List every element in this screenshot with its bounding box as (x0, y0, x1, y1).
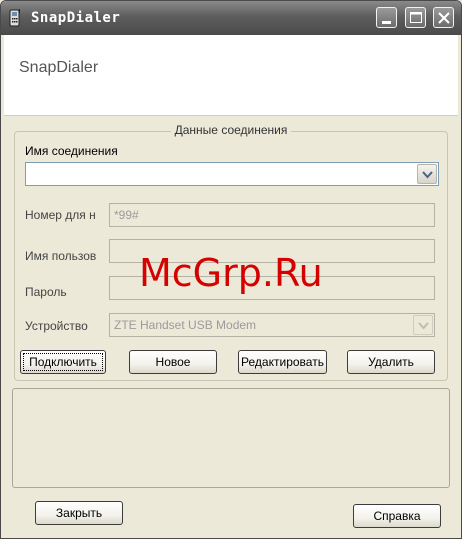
maximize-button[interactable] (405, 7, 426, 28)
device-combobox[interactable]: ZTE Handset USB Modem (109, 313, 435, 337)
window-title: SnapDialer (31, 10, 121, 26)
connection-name-dropdown-button[interactable] (417, 164, 437, 184)
close-icon (438, 12, 450, 24)
device-dropdown-button[interactable] (413, 315, 433, 335)
connection-name-combobox[interactable] (25, 162, 439, 186)
edit-button[interactable]: Редактировать (238, 350, 327, 374)
phone-number-label: Номер для н (25, 208, 96, 222)
maximize-icon (410, 12, 422, 23)
app-phone-icon (7, 9, 23, 27)
watermark-text: McGrp.Ru (139, 251, 323, 295)
device-value: ZTE Handset USB Modem (114, 318, 257, 332)
password-label: Пароль (25, 285, 67, 299)
connection-name-label: Имя соединения (25, 144, 118, 158)
chevron-down-icon (422, 171, 433, 179)
device-label: Устройство (25, 319, 88, 333)
connect-button[interactable]: Подключить (20, 350, 106, 374)
close-window-button[interactable] (433, 7, 454, 28)
new-button[interactable]: Новое (129, 350, 217, 374)
connection-data-legend: Данные соединения (170, 123, 292, 137)
username-label: Имя пользов (25, 249, 97, 263)
help-button[interactable]: Справка (353, 504, 441, 528)
chevron-down-icon (418, 322, 429, 330)
app-header-title: SnapDialer (19, 59, 99, 76)
phone-number-value: *99# (114, 208, 139, 222)
delete-button[interactable]: Удалить (347, 350, 435, 374)
minimize-button[interactable] (376, 7, 397, 28)
app-header: SnapDialer (4, 35, 458, 116)
minimize-icon (382, 21, 391, 24)
title-bar[interactable]: SnapDialer (1, 1, 461, 35)
status-panel (12, 388, 450, 488)
snapdialer-window: SnapDialer SnapDialer Данные соединения … (0, 0, 462, 539)
close-button[interactable]: Закрыть (35, 501, 123, 525)
phone-number-field[interactable]: *99# (109, 203, 435, 227)
